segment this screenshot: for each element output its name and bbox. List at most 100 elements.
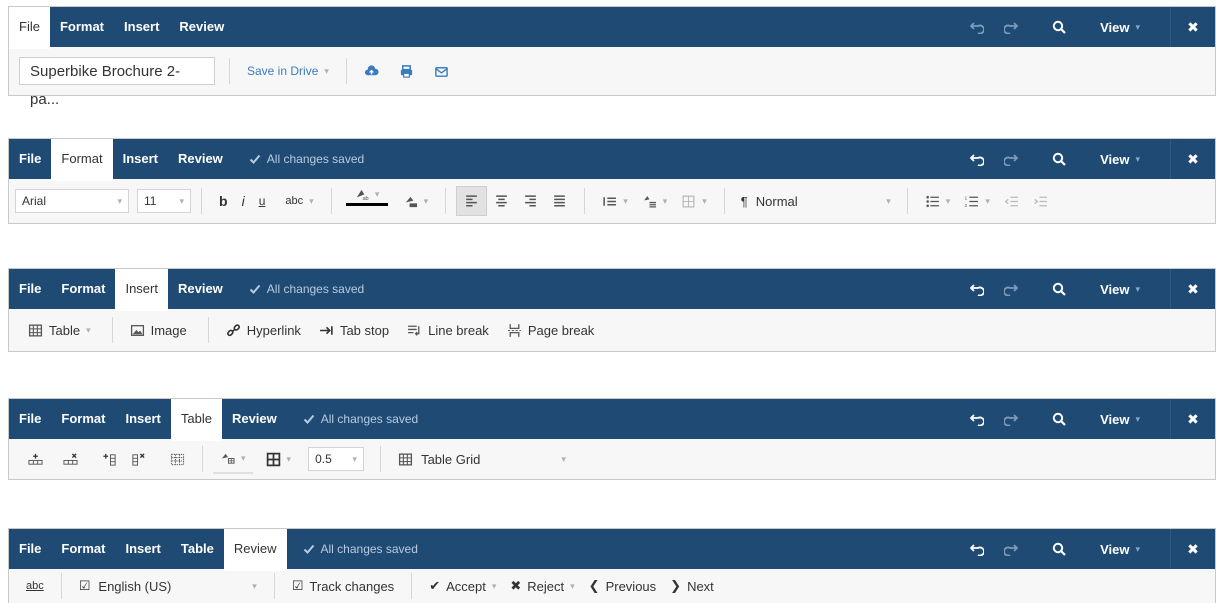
table-borders-menu[interactable]: ▾	[259, 445, 299, 473]
tab-insert[interactable]: Insert	[115, 399, 170, 439]
reject-change-menu[interactable]: ✖ Reject ▾	[503, 572, 581, 600]
next-change-button[interactable]: ❯ Next	[663, 572, 721, 600]
search-button[interactable]	[1042, 399, 1076, 439]
tab-review[interactable]: Review	[168, 139, 233, 179]
increase-indent-button[interactable]	[1026, 187, 1055, 215]
strikethrough-menu[interactable]: abc ▾	[278, 187, 320, 215]
highlight-color-menu[interactable]: ▾	[396, 187, 436, 215]
undo-button[interactable]	[960, 7, 994, 47]
divider	[207, 317, 209, 343]
view-menu[interactable]: View ▾	[1100, 412, 1140, 427]
search-button[interactable]	[1042, 139, 1076, 179]
delete-column-button[interactable]	[124, 445, 153, 473]
email-button[interactable]	[427, 57, 456, 85]
close-button[interactable]: ✖	[1170, 7, 1215, 47]
redo-button[interactable]	[994, 269, 1028, 309]
borders-menu[interactable]: ▾	[674, 187, 714, 215]
cell-shading-menu[interactable]: ▾	[213, 444, 253, 474]
tab-insert[interactable]: Insert	[115, 269, 168, 311]
tab-insert[interactable]: Insert	[113, 139, 168, 179]
divider	[202, 446, 203, 472]
undo-button[interactable]	[960, 269, 994, 309]
tab-review[interactable]: Review	[168, 269, 233, 309]
tab-review[interactable]: Review	[223, 529, 287, 571]
language-select[interactable]: ☑ English (US) ▾	[72, 572, 264, 600]
tab-table[interactable]: Table	[170, 399, 222, 441]
italic-button[interactable]: i	[235, 187, 252, 215]
bold-button[interactable]: b	[212, 187, 235, 215]
insert-row-icon	[28, 453, 43, 465]
paragraph-style-select[interactable]: ¶ Normal ▾	[735, 189, 897, 213]
insert-line-break-button[interactable]: Line break	[400, 316, 496, 344]
search-icon	[1052, 542, 1066, 556]
delete-table-button[interactable]	[163, 445, 192, 473]
search-button[interactable]	[1042, 529, 1076, 569]
close-button[interactable]: ✖	[1170, 139, 1215, 179]
table-label: Table	[49, 322, 81, 338]
tab-format[interactable]: Format	[51, 529, 115, 569]
delete-row-button[interactable]	[56, 445, 85, 473]
insert-row-button[interactable]	[21, 445, 50, 473]
document-name-field[interactable]: Superbike Brochure 2-pa...	[19, 57, 215, 108]
spell-check-button[interactable]: abc	[19, 572, 51, 600]
redo-button[interactable]	[994, 7, 1028, 47]
close-button[interactable]: ✖	[1170, 269, 1215, 309]
insert-tab-stop-button[interactable]: Tab stop	[312, 316, 396, 344]
search-button[interactable]	[1042, 269, 1076, 309]
search-button[interactable]	[1042, 7, 1076, 47]
tab-review[interactable]: Review	[222, 399, 287, 439]
align-center-button[interactable]	[487, 187, 516, 215]
track-changes-toggle[interactable]: ☑ Track changes	[285, 572, 401, 600]
tab-review[interactable]: Review	[169, 7, 234, 47]
numbered-list-menu[interactable]: 1 2 ▾	[957, 187, 997, 215]
close-button[interactable]: ✖	[1170, 529, 1215, 569]
text-color-menu[interactable]: ab ▾	[342, 187, 392, 215]
insert-hyperlink-button[interactable]: Hyperlink	[219, 316, 308, 344]
tab-file[interactable]: File	[9, 269, 51, 309]
undo-button[interactable]	[960, 399, 994, 439]
insert-column-button[interactable]	[95, 445, 124, 473]
underline-button[interactable]: u	[252, 187, 273, 215]
table-style-select[interactable]: Table Grid ▾	[391, 445, 573, 473]
line-spacing-menu[interactable]: ▾	[595, 187, 635, 215]
tab-insert[interactable]: Insert	[115, 529, 170, 569]
redo-button[interactable]	[994, 139, 1028, 179]
bullet-list-menu[interactable]: ▾	[918, 187, 958, 215]
tab-format[interactable]: Format	[51, 399, 115, 439]
tab-format[interactable]: Format	[51, 269, 115, 309]
cloud-upload-button[interactable]	[357, 57, 386, 85]
redo-button[interactable]	[994, 399, 1028, 439]
tab-file[interactable]: File	[9, 7, 50, 49]
insert-image-button[interactable]: Image	[123, 316, 194, 344]
insert-page-break-button[interactable]: Page break	[500, 316, 602, 344]
decrease-indent-button[interactable]	[997, 187, 1026, 215]
paragraph-shading-menu[interactable]: ▾	[635, 187, 675, 215]
view-menu[interactable]: View ▾	[1100, 152, 1140, 167]
font-family-select[interactable]: Arial ▾	[15, 189, 129, 213]
font-size-select[interactable]: 11 ▾	[137, 189, 191, 213]
tab-table[interactable]: Table	[171, 529, 224, 569]
tab-file[interactable]: File	[9, 529, 51, 569]
view-menu[interactable]: View ▾	[1100, 20, 1140, 35]
close-button[interactable]: ✖	[1170, 399, 1215, 439]
undo-button[interactable]	[960, 529, 994, 569]
align-left-button[interactable]	[456, 186, 488, 216]
print-button[interactable]	[392, 57, 421, 85]
ribbon-review: File Format Insert Table Review All chan…	[8, 528, 1216, 603]
border-width-select[interactable]: 0.5 ▾	[308, 447, 365, 471]
previous-change-button[interactable]: ❮ Previous	[582, 572, 663, 600]
save-in-drive-button[interactable]: Save in Drive ▾	[240, 57, 336, 85]
tab-file[interactable]: File	[9, 139, 51, 179]
redo-button[interactable]	[994, 529, 1028, 569]
view-menu[interactable]: View ▾	[1100, 282, 1140, 297]
tab-insert[interactable]: Insert	[114, 7, 169, 47]
view-menu[interactable]: View ▾	[1100, 542, 1140, 557]
tab-file[interactable]: File	[9, 399, 51, 439]
insert-table-menu[interactable]: Table ▾	[21, 316, 98, 344]
justify-button[interactable]	[545, 187, 574, 215]
tab-format[interactable]: Format	[50, 7, 114, 47]
tab-format[interactable]: Format	[51, 139, 113, 181]
accept-change-menu[interactable]: ✔ Accept ▾	[422, 572, 503, 600]
align-right-button[interactable]	[516, 187, 545, 215]
undo-button[interactable]	[960, 139, 994, 179]
